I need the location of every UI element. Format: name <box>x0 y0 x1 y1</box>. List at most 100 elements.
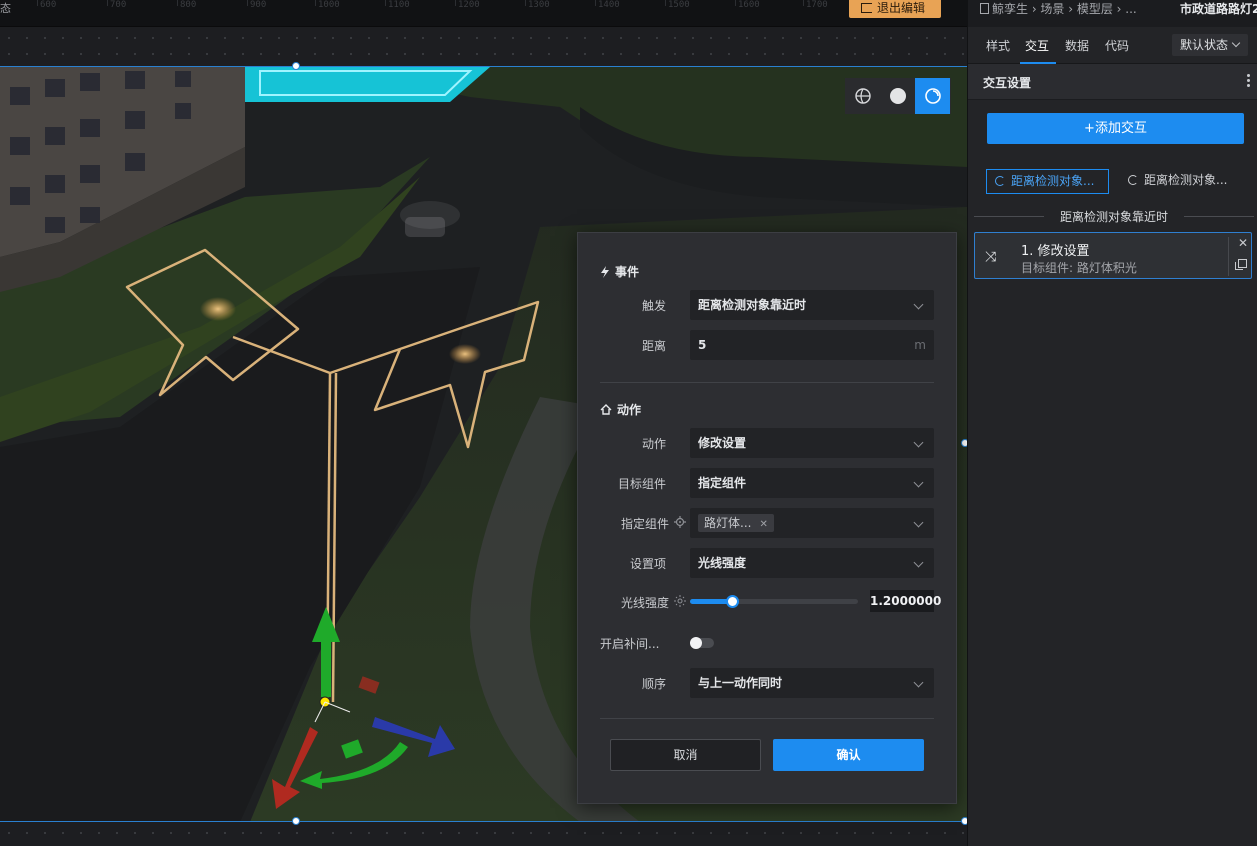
chevron-down-icon <box>913 299 924 310</box>
tab-code[interactable]: 代码 <box>1105 37 1129 54</box>
add-interaction-button[interactable]: +添加交互 <box>987 113 1244 144</box>
tag-close-icon[interactable]: ✕ <box>759 519 767 530</box>
component-tag-label: 路灯体... <box>704 516 752 530</box>
trigger-select[interactable]: 距离检测对象靠近时 <box>690 290 934 320</box>
chevron-down-icon <box>913 477 924 488</box>
canvas-grid <box>0 832 967 834</box>
interaction-settings-title: 交互设置 <box>983 76 1032 90</box>
event-section-label: 事件 <box>615 265 640 279</box>
ruler-tick: 1000 <box>315 0 340 10</box>
action-value: 修改设置 <box>698 436 747 450</box>
horizontal-ruler: 态 600 700 800 900 1000 1100 1200 1300 14… <box>0 0 967 27</box>
specified-component-label: 指定组件 <box>621 515 669 532</box>
cursor-icon <box>1128 175 1138 185</box>
order-select[interactable]: 与上一动作同时 <box>690 668 934 698</box>
exit-icon <box>861 3 872 13</box>
intensity-value-input[interactable]: 1.2000000 <box>870 590 941 612</box>
shuffle-icon: ⤨ <box>985 249 997 265</box>
cancel-button[interactable]: 取消 <box>610 739 761 771</box>
target-picker-icon[interactable] <box>674 516 686 528</box>
target-component-value: 指定组件 <box>698 476 747 490</box>
confirm-button[interactable]: 确认 <box>773 739 924 771</box>
setting-item-select[interactable]: 光线强度 <box>690 548 934 578</box>
selection-frame <box>0 66 967 67</box>
mode-label: 态 <box>0 2 11 15</box>
tab-interaction[interactable]: 交互 <box>1025 37 1049 54</box>
distance-unit: m <box>914 338 926 352</box>
action-section-title: 动作 <box>600 401 641 418</box>
delete-action-icon[interactable]: ✕ <box>1238 236 1248 250</box>
action-select[interactable]: 修改设置 <box>690 428 934 458</box>
target-component-label: 目标组件 <box>617 477 666 491</box>
intensity-slider-handle[interactable] <box>726 595 739 608</box>
event-tab-approach[interactable]: 距离检测对象... <box>986 169 1109 194</box>
sphere-view-button[interactable] <box>880 78 915 114</box>
canvas-grid <box>0 53 967 55</box>
intensity-slider[interactable] <box>690 595 858 608</box>
state-select[interactable]: 默认状态 <box>1172 34 1248 56</box>
intensity-label: 光线强度 <box>620 596 669 610</box>
card-divider <box>1228 237 1229 276</box>
ruler-tick: 1300 <box>525 0 550 10</box>
tween-toggle[interactable] <box>690 637 714 649</box>
specified-component-select[interactable]: 路灯体... ✕ <box>690 508 934 538</box>
setting-item-value: 光线强度 <box>698 556 747 570</box>
ruler-tick: 900 <box>246 0 267 10</box>
tween-label: 开启补间... <box>600 637 660 651</box>
component-name: 市政道路路灯2 <box>1180 2 1257 16</box>
distance-input[interactable]: 5 m <box>690 330 934 360</box>
ruler-tick: 800 <box>176 0 197 10</box>
breadcrumb-text: 鲸孪生 › 场景 › 模型层 › ... <box>992 2 1137 16</box>
resize-handle[interactable] <box>292 62 300 70</box>
event-tab-leave[interactable]: 距离检测对象... <box>1120 169 1227 194</box>
interaction-editor-dialog: 事件 触发 距离检测对象靠近时 距离 5 m 动作 动作 修改设置 目标组件 指… <box>577 232 957 804</box>
chevron-down-icon <box>1231 38 1241 48</box>
ruler-tick: 1700 <box>803 0 828 10</box>
view-toolbar <box>845 78 951 114</box>
orbit-view-button[interactable] <box>915 78 950 114</box>
ruler-tick: 1200 <box>455 0 480 10</box>
target-component-select[interactable]: 指定组件 <box>690 468 934 498</box>
order-label: 顺序 <box>641 677 666 691</box>
globe-icon <box>854 88 871 104</box>
orbit-icon <box>924 88 941 104</box>
cursor-icon <box>995 176 1005 186</box>
breadcrumb[interactable]: 鲸孪生 › 场景 › 模型层 › ... <box>980 0 1137 17</box>
chevron-down-icon <box>913 557 924 568</box>
ruler-tick: 1400 <box>595 0 620 10</box>
globe-view-button[interactable] <box>845 78 880 114</box>
tab-data[interactable]: 数据 <box>1065 37 1089 54</box>
home-action-icon <box>600 404 612 415</box>
event-tab-label: 距离检测对象... <box>1011 174 1095 188</box>
resize-handle[interactable] <box>292 817 300 825</box>
copy-action-icon[interactable] <box>1235 259 1247 270</box>
trigger-value: 距离检测对象靠近时 <box>698 298 807 312</box>
ruler-tick: 1100 <box>385 0 410 10</box>
event-tab-label: 距离检测对象... <box>1144 173 1228 187</box>
order-value: 与上一动作同时 <box>698 676 783 690</box>
interaction-settings-header: 交互设置 <box>968 64 1257 100</box>
sphere-icon <box>889 88 906 104</box>
chevron-down-icon <box>913 437 924 448</box>
panel-header: 鲸孪生 › 场景 › 模型层 › ... 市政道路路灯2 <box>968 0 1257 27</box>
distance-label: 距离 <box>641 339 666 353</box>
ruler-tick: 1600 <box>735 0 760 10</box>
sun-icon <box>674 595 686 607</box>
more-options-icon[interactable] <box>1247 74 1250 89</box>
setting-item-label: 设置项 <box>629 557 666 571</box>
chevron-down-icon <box>913 517 924 528</box>
specified-component-text: 指定组件 <box>620 517 669 531</box>
component-tag: 路灯体... ✕ <box>698 514 774 532</box>
action-card-subtitle: 目标组件: 路灯体积光 <box>1021 261 1137 275</box>
event-group-title: 距离检测对象靠近时 <box>974 208 1254 225</box>
ruler-tick: 600 <box>36 0 57 10</box>
ruler-tick: 1500 <box>665 0 690 10</box>
action-card-title: 1. 修改设置 <box>1021 244 1090 259</box>
section-divider <box>600 718 934 719</box>
selection-frame <box>0 821 967 822</box>
action-card[interactable]: ⤨ 1. 修改设置 目标组件: 路灯体积光 ✕ <box>974 232 1252 279</box>
exit-edit-button[interactable]: 退出编辑 <box>849 0 941 18</box>
state-value: 默认状态 <box>1180 38 1229 52</box>
tab-style[interactable]: 样式 <box>986 37 1010 54</box>
canvas-grid <box>0 37 967 39</box>
